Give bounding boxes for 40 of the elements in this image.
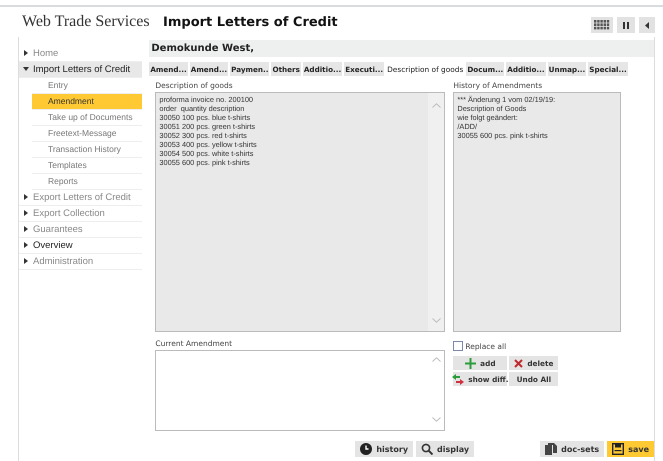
action-button[interactable]: doc-sets [540,441,604,457]
cross-icon [514,358,524,368]
action-button[interactable]: save [607,441,654,457]
pause-icon [623,22,629,28]
caret-icon [23,258,29,264]
nav-subitem[interactable]: Take up of Documents [32,110,142,126]
caret-left-icon [645,22,649,28]
scroll-down-icon [432,318,441,323]
customer-name: Demokunde West, [149,40,654,57]
checkbox[interactable] [453,341,464,351]
caret-icon [23,194,29,200]
brand-title: Web Trade Services [22,13,151,31]
caret-icon [23,210,29,216]
amendment-field[interactable] [155,350,446,431]
nav-subitem[interactable]: Templates [32,158,142,174]
nav-subitem[interactable]: Transaction History [32,142,142,158]
swap-arrows-icon [452,374,464,384]
nav-subitem[interactable]: Freetext-Message [32,126,142,142]
plus-icon [465,358,476,368]
caret-icon [23,226,29,232]
clock-icon [360,443,372,455]
nav-subitem[interactable]: Reports [32,174,142,190]
caret-icon [23,66,29,72]
caret-icon [23,242,29,248]
grid-view-button[interactable] [591,17,613,33]
nav-subitem[interactable]: Amendment [32,94,142,110]
page-title: Import Letters of Credit [163,14,339,30]
caret-icon [23,50,29,56]
nav-item[interactable]: Overview [19,238,142,254]
grid-icon [594,20,610,30]
search-icon [421,443,434,455]
scroll-up-icon [432,357,441,362]
documents-icon [545,443,558,455]
scroll-down-icon [432,417,441,422]
collapse-button[interactable] [639,17,655,33]
scroll-up-icon [432,103,441,108]
nav-item[interactable]: Import Letters of Credit [19,62,142,78]
action-button[interactable]: display [416,441,474,457]
pause-button[interactable] [617,17,635,33]
action-button[interactable]: history [355,441,414,457]
